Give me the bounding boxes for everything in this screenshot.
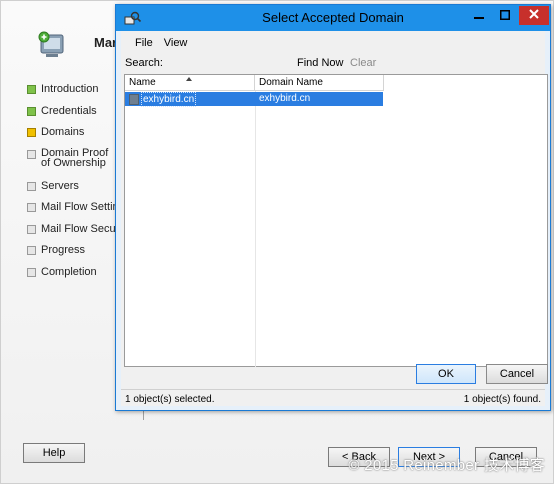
step-credentials: Credentials [27, 105, 119, 127]
step-label: Completion [41, 265, 97, 278]
select-accepted-domain-dialog: Select Accepted Domain File View Search:… [115, 4, 551, 411]
clear-button[interactable]: Clear [350, 57, 376, 69]
status-bar: 1 object(s) selected. 1 object(s) found. [121, 389, 545, 406]
step-status-icon [27, 267, 36, 277]
row-name: exhybird.cn [140, 91, 197, 107]
step-label: Progress [41, 244, 86, 256]
column-label: Domain Name [259, 77, 323, 88]
step-servers: Servers [27, 180, 119, 202]
list-header: Name Domain Name [125, 75, 384, 91]
menu-view[interactable]: View [160, 35, 195, 53]
step-status-icon [27, 246, 36, 255]
step-domains: Domains [27, 126, 119, 148]
step-label: Introduction [41, 83, 99, 95]
step-mail-flow-security: Mail Flow Securit [27, 223, 125, 245]
sort-ascending-icon [186, 77, 192, 81]
search-input[interactable] [163, 55, 289, 71]
status-found-count: 1 object(s) found. [463, 394, 541, 405]
wizard-computer-icon [35, 27, 69, 61]
step-status-icon [27, 106, 36, 116]
row-domain-cell: exhybird.cn [255, 92, 383, 106]
search-row: Search: Find Now Clear [121, 54, 545, 72]
step-status-icon [27, 224, 36, 234]
step-mail-flow-settings: Mail Flow Settings [27, 201, 130, 223]
wizard-title: Mar [94, 35, 118, 50]
find-now-button[interactable]: Find Now [297, 57, 343, 69]
status-selected-count: 1 object(s) selected. [125, 394, 215, 405]
step-progress: Progress [27, 244, 119, 266]
step-introduction: Introduction [27, 83, 119, 105]
wizard-steps: Introduction Credentials Domains Domain … [27, 83, 130, 288]
step-status-icon [27, 149, 36, 159]
step-label: Credentials [41, 104, 97, 117]
column-separator [255, 91, 256, 367]
ok-button[interactable]: OK [416, 364, 476, 384]
menu-bar: File View [121, 35, 194, 53]
table-row[interactable]: exhybird.cn exhybird.cn [125, 91, 383, 107]
step-status-icon [27, 85, 36, 94]
column-header-name[interactable]: Name [125, 75, 255, 91]
step-label: Domain Proof of Ownership [41, 146, 109, 169]
domain-icon [129, 93, 139, 105]
close-button[interactable] [519, 6, 549, 25]
column-label: Name [129, 77, 156, 88]
row-name-cell: exhybird.cn [125, 91, 255, 107]
step-label: Domains [41, 126, 85, 138]
step-status-icon [27, 203, 36, 212]
help-button[interactable]: Help [23, 443, 85, 463]
dialog-client-area: File View Search: Find Now Clear Name Do… [121, 31, 548, 406]
step-status-icon [27, 128, 36, 137]
step-label: Mail Flow Securit [41, 222, 125, 235]
column-header-domain-name[interactable]: Domain Name [255, 75, 384, 91]
menu-file[interactable]: File [121, 35, 160, 53]
step-status-icon [27, 181, 36, 191]
minimize-button[interactable] [467, 6, 491, 25]
watermark: © 2015 Reinember 技术博客 [348, 457, 545, 474]
step-completion: Completion [27, 266, 119, 288]
domain-list[interactable]: Name Domain Name exhybird.cn exhybird.cn [124, 74, 548, 367]
maximize-button[interactable] [493, 6, 517, 25]
search-label: Search: [125, 57, 163, 69]
step-domain-proof: Domain Proof of Ownership [27, 146, 119, 180]
cancel-button[interactable]: Cancel [486, 364, 548, 384]
dialog-titlebar[interactable]: Select Accepted Domain [116, 5, 550, 31]
step-label: Servers [41, 179, 79, 192]
